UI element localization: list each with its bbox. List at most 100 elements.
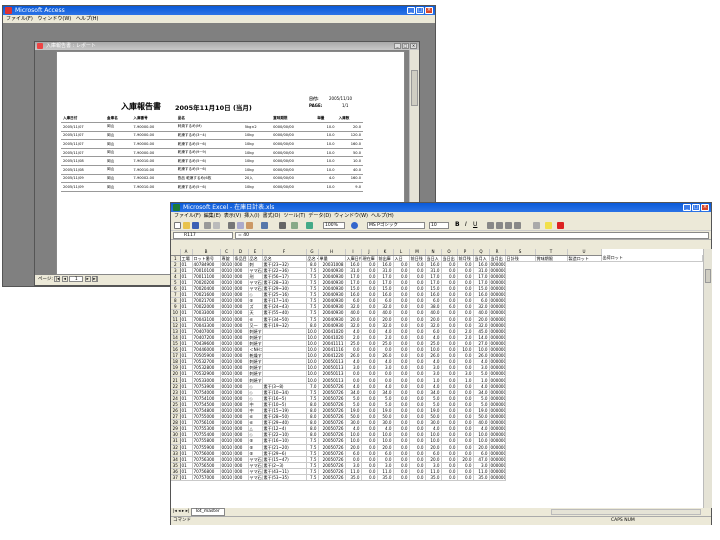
- sheet-cell[interactable]: 00000000: [489, 456, 506, 463]
- sheet-cell[interactable]: 00000000: [489, 297, 506, 305]
- sheet-cell[interactable]: 20040930: [318, 267, 346, 274]
- print-icon[interactable]: [204, 222, 211, 229]
- sheet-cell[interactable]: 00000000: [489, 462, 506, 469]
- zoom-box[interactable]: 100%: [323, 222, 345, 229]
- sheet-cell[interactable]: 20050726: [318, 413, 346, 421]
- sheet-cell[interactable]: ヤマ石: [248, 285, 263, 293]
- sheet-cell[interactable]: 0.0: [361, 474, 378, 482]
- italic-button[interactable]: I: [465, 221, 467, 228]
- sheet-cell[interactable]: 20041020: [318, 328, 346, 335]
- autosum-icon[interactable]: [279, 222, 286, 229]
- sheet-cell[interactable]: 0010: [220, 267, 234, 274]
- sheet-cell[interactable]: 0010: [220, 340, 234, 348]
- sheet-cell[interactable]: 00000000: [489, 468, 506, 475]
- sheet-cell[interactable]: 00000000: [489, 328, 506, 335]
- sheet-cell[interactable]: 0010: [220, 328, 234, 335]
- excel-menu-item[interactable]: ウィンドウ(W): [334, 213, 368, 219]
- sheet-cell[interactable]: 20040930: [318, 279, 346, 287]
- sheet-cell[interactable]: 00000000: [489, 431, 506, 439]
- sheet-cell[interactable]: 0010: [220, 273, 234, 280]
- sheet-cell[interactable]: 00000000: [489, 285, 506, 293]
- sheet-cell[interactable]: 素干(53~35): [262, 474, 307, 482]
- sheet-cell[interactable]: 0010: [220, 303, 234, 311]
- sheet-cell[interactable]: 00000000: [489, 407, 506, 415]
- sheet-cell[interactable]: 0010: [220, 297, 234, 305]
- sheet-cell[interactable]: 当日出: [441, 255, 458, 262]
- sheet-cell[interactable]: 前月残: [457, 255, 474, 262]
- preview-icon[interactable]: [213, 222, 220, 229]
- sheet-cell[interactable]: 00000000: [489, 444, 506, 451]
- sheet-cell[interactable]: 00000000: [489, 425, 506, 433]
- sheet-cell[interactable]: ヤマ石: [248, 474, 263, 482]
- copy-icon[interactable]: [237, 222, 244, 229]
- sheet-cell[interactable]: 0010: [220, 401, 234, 408]
- sheet-cell[interactable]: 0.0: [409, 474, 426, 482]
- excel-menu-item[interactable]: 書式(O): [263, 213, 281, 219]
- excel-minimize-button[interactable]: _: [683, 204, 691, 211]
- maximize-button[interactable]: □: [416, 7, 424, 14]
- sheet-cell[interactable]: 0010: [220, 309, 234, 317]
- sheet-cell[interactable]: 00000000: [489, 291, 506, 299]
- report-minimize-button[interactable]: _: [394, 43, 401, 49]
- sheet-cell[interactable]: 0010: [220, 413, 234, 421]
- align-center-icon[interactable]: [496, 222, 503, 229]
- sheet-cell[interactable]: 0010: [220, 407, 234, 415]
- sheet-cell[interactable]: 35.0: [473, 474, 490, 482]
- sheet-cell[interactable]: 20050726: [318, 437, 346, 445]
- sheet-cell[interactable]: 0010: [220, 462, 234, 469]
- excel-menu-item[interactable]: ツール(T): [283, 213, 305, 219]
- sheet-cell[interactable]: 20050726: [318, 383, 346, 390]
- border-icon[interactable]: [533, 222, 540, 229]
- sheet-cell[interactable]: 10.0: [306, 370, 319, 378]
- sheet-cell[interactable]: 10.0: [306, 352, 319, 360]
- sheet-cell[interactable]: 00000000: [489, 346, 506, 354]
- sheet-cell[interactable]: 20050726: [318, 425, 346, 433]
- sheet-cell[interactable]: 00000000: [489, 364, 506, 372]
- sheet-cell[interactable]: 10.0: [306, 328, 319, 335]
- sheet-cell[interactable]: 現在庫: [361, 255, 378, 262]
- sheet-cell[interactable]: 20050726: [318, 419, 346, 427]
- paste-icon[interactable]: [246, 222, 253, 229]
- bold-button[interactable]: B: [455, 221, 460, 228]
- chart-icon[interactable]: [306, 222, 313, 229]
- sheet-cell[interactable]: 20050726: [318, 444, 346, 451]
- sheet-cell[interactable]: 日計残: [505, 255, 536, 262]
- sheet-cell[interactable]: 20031008: [318, 261, 346, 268]
- excel-maximize-button[interactable]: □: [692, 204, 700, 211]
- sheet-cell[interactable]: 0010: [220, 437, 234, 445]
- sheet-cell[interactable]: 0010: [220, 376, 234, 384]
- excel-menu-item[interactable]: ファイル(F): [174, 213, 201, 219]
- first-page-button[interactable]: |◂: [54, 276, 61, 282]
- sheet-cell[interactable]: 00000000: [489, 413, 506, 421]
- sheet-cell[interactable]: 20050726: [318, 468, 346, 475]
- sheet-cell[interactable]: 35.0: [425, 474, 442, 482]
- sheet-cell[interactable]: 20050726: [318, 395, 346, 402]
- sheet-tab-lot-master[interactable]: lot_master: [190, 508, 225, 516]
- sheet-cell[interactable]: 20040930: [318, 291, 346, 299]
- prev-page-button[interactable]: ◂: [61, 276, 68, 282]
- sheet-cell[interactable]: 00000000: [489, 267, 506, 274]
- underline-button[interactable]: U: [473, 221, 477, 228]
- sheet-cell[interactable]: 刺焼するめ(L): [248, 340, 263, 348]
- sheet-cell[interactable]: 10.0: [306, 376, 319, 384]
- sheet-cell[interactable]: 20040930: [318, 285, 346, 293]
- sheet-cell[interactable]: 000: [233, 474, 249, 482]
- sheet-cell[interactable]: 0010: [220, 456, 234, 463]
- sheet-cell[interactable]: 0010: [220, 279, 234, 287]
- sheet-cell[interactable]: 00000000: [489, 303, 506, 311]
- sheet-cell[interactable]: ヤマ石: [248, 267, 263, 274]
- sheet-cell[interactable]: 0010: [220, 358, 234, 366]
- align-right-icon[interactable]: [505, 222, 512, 229]
- sheet-cell[interactable]: 刺焼するめ(S): [248, 358, 263, 366]
- first-sheet-button[interactable]: |◂ ◂ ▸ ▸|: [173, 509, 189, 514]
- sheet-cell[interactable]: 刺焼するめ(5SS): [248, 370, 263, 378]
- sheet-scroll-thumb[interactable]: [705, 269, 711, 283]
- sheet-cell[interactable]: 20050113: [318, 358, 346, 366]
- sheet-cell[interactable]: 00000000: [489, 358, 506, 366]
- sheet-cell[interactable]: 20050113: [318, 376, 346, 384]
- font-size-box[interactable]: 10: [429, 222, 449, 229]
- menu-window[interactable]: ウィンドウ(W): [37, 16, 71, 22]
- sheet-cell[interactable]: 0010: [220, 370, 234, 378]
- sheet-cell[interactable]: ＜NH＞ 刺焼するめ(3S): [248, 346, 263, 354]
- horizontal-scrollbar[interactable]: [551, 509, 701, 515]
